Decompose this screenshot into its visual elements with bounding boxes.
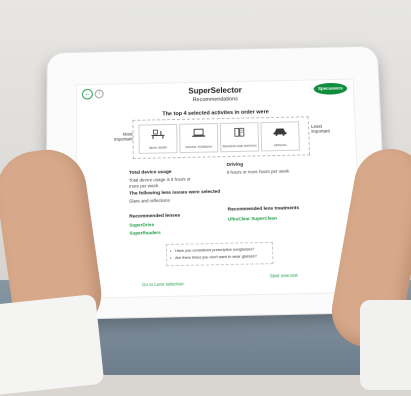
desk-work-icon xyxy=(150,129,165,139)
treatment-link-superclean[interactable]: UltraClear SuperClean xyxy=(228,216,277,222)
activity-card-digital-screens[interactable]: DIGITAL SCREENS xyxy=(179,123,218,153)
most-important-label: Most important xyxy=(105,132,133,142)
lens-link-superreaders[interactable]: SuperReaders xyxy=(129,230,160,236)
activity-card-reading-writing[interactable]: READING AND WRITING xyxy=(220,122,259,152)
left-sleeve xyxy=(0,294,104,396)
least-important-label: Least important xyxy=(311,123,341,133)
recommended-treatments-title: Recommended lens treatments xyxy=(228,206,300,212)
activity-card-desk-work[interactable]: DESK WORK xyxy=(138,124,177,154)
go-to-lens-selection-link[interactable]: Go to Lens selection xyxy=(142,281,184,287)
laptop-icon xyxy=(191,128,206,138)
total-usage-title: Total device usage xyxy=(129,170,172,176)
book-icon xyxy=(232,127,247,137)
activity-label: READING AND WRITING xyxy=(221,144,258,149)
questions-box: Have you considered prescription sunglas… xyxy=(166,242,274,267)
driving-title: Driving xyxy=(227,163,244,168)
brand-logo: Specsavers xyxy=(313,83,347,95)
start-new-test-link[interactable]: Start new test xyxy=(270,273,298,279)
recommended-lenses-title: Recommended lenses xyxy=(129,214,180,220)
tablet-screen: ← i SuperSelector Recommendations Specsa… xyxy=(76,79,363,299)
activity-label: DRIVING xyxy=(262,143,299,148)
lens-issues-title: The following lens issues were selected xyxy=(129,190,220,197)
driving-text: 8 hours or more hours per week. xyxy=(227,168,317,175)
car-icon xyxy=(272,126,287,136)
lens-link-superdrive[interactable]: SuperDrive xyxy=(129,222,154,228)
activity-label: DESK WORK xyxy=(140,145,177,150)
right-sleeve xyxy=(360,300,411,390)
lens-issues-text: Glare and reflections xyxy=(129,198,170,204)
question-item: Have you considered prescription sunglas… xyxy=(175,247,254,253)
activity-label: DIGITAL SCREENS xyxy=(180,144,217,149)
question-item: Are there times you don't want to wear g… xyxy=(175,254,257,260)
total-usage-text: Total device usage is 8 hours or more pe… xyxy=(129,176,199,188)
activity-card-driving[interactable]: DRIVING xyxy=(260,121,300,151)
